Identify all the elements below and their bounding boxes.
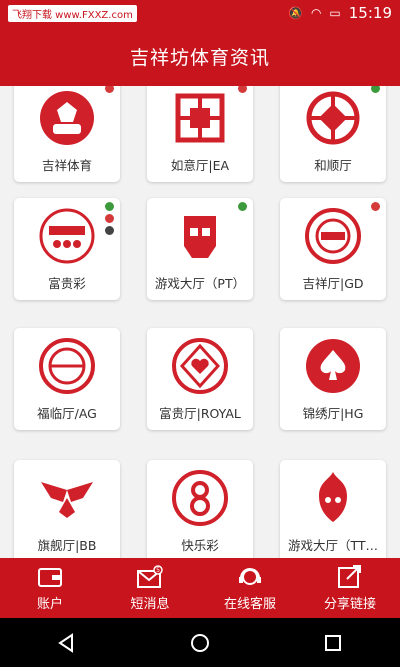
tab-account[interactable]: 账户 — [0, 558, 100, 618]
royal-heart-logo-icon — [172, 338, 228, 394]
tab-share[interactable]: 分享链接 — [300, 558, 400, 618]
battery-icon: ▭ — [329, 6, 341, 20]
ag-seal-logo-icon — [39, 338, 95, 394]
message-badge: 5 — [156, 567, 160, 574]
tile-label: 福临厅/AG — [37, 406, 97, 421]
clock: 15:19 — [348, 4, 392, 22]
lottery-8-logo-icon — [172, 470, 228, 526]
venue-tile[interactable]: 如意厅|EA — [147, 86, 253, 182]
app-bar: 吉祥坊体育资讯 — [0, 26, 400, 86]
venue-tile[interactable]: 快乐彩 — [147, 460, 253, 558]
tile-label: 锦绣厅|HG — [302, 406, 364, 421]
wings-logo-icon — [41, 482, 93, 518]
keno-logo-icon — [39, 208, 95, 264]
headset-icon — [239, 567, 261, 585]
status-dot — [371, 202, 380, 211]
soccer-ball-logo-icon — [40, 91, 94, 145]
wifi-icon: ◠ — [310, 6, 322, 20]
tile-label: 富贵彩 — [48, 276, 86, 291]
system-nav-bar — [0, 618, 400, 667]
venue-tile[interactable]: 旗舰厅|BB — [14, 460, 120, 558]
venue-tile[interactable]: 富贵彩 — [14, 198, 120, 300]
flame-skull-logo-icon — [319, 472, 347, 522]
status-dot — [238, 202, 247, 211]
venue-tile[interactable]: 富贵厅|ROYAL — [147, 328, 253, 430]
robot-skull-logo-icon — [184, 216, 216, 258]
home-icon[interactable] — [189, 632, 211, 654]
tile-label: 游戏大厅（TT… — [287, 538, 379, 553]
share-icon — [338, 564, 361, 588]
status-dot — [238, 86, 247, 93]
source-watermark: 飞翔下载 www.FXXZ.com — [8, 4, 137, 22]
status-dot — [105, 226, 114, 235]
tab-label: 在线客服 — [223, 596, 276, 612]
tile-label: 富贵厅|ROYAL — [159, 406, 241, 421]
status-dot — [105, 214, 114, 223]
tile-label: 吉祥体育 — [41, 158, 92, 173]
venue-tile[interactable]: 锦绣厅|HG — [280, 328, 386, 430]
back-icon[interactable] — [56, 632, 78, 654]
tab-messages[interactable]: 5 短消息 — [100, 558, 200, 618]
venue-tile[interactable]: 吉祥厅|GD — [280, 198, 386, 300]
ornament-logo-icon — [175, 93, 225, 143]
page-title: 吉祥坊体育资讯 — [129, 46, 270, 69]
tile-label: 如意厅|EA — [170, 158, 230, 173]
status-dot — [371, 86, 380, 93]
venue-tile[interactable]: 游戏大厅（TT… — [280, 460, 386, 558]
tile-label: 旗舰厅|BB — [37, 538, 97, 553]
tab-support[interactable]: 在线客服 — [200, 558, 300, 618]
venue-grid[interactable]: 吉祥体育 如意厅|EA 和顺厅 富贵彩 游戏大厅（PT） 吉祥厅|GD 福临厅/… — [0, 86, 400, 558]
tile-label: 吉祥厅|GD — [302, 276, 364, 291]
wallet-icon — [38, 567, 62, 587]
status-dot — [105, 202, 114, 211]
venue-tile[interactable]: 福临厅/AG — [14, 328, 120, 430]
venue-tile[interactable]: 和顺厅 — [280, 86, 386, 182]
venue-tile[interactable]: 吉祥体育 — [14, 86, 120, 182]
tile-label: 和顺厅 — [314, 158, 352, 173]
gd-seal-logo-icon — [305, 208, 361, 264]
flower-emblem-logo-icon — [306, 91, 360, 145]
envelope-icon: 5 — [137, 564, 163, 588]
status-bar: 飞翔下载 www.FXXZ.com 🔕 ◠ ▭ 15:19 — [0, 0, 400, 26]
spade-logo-icon — [306, 339, 360, 393]
recents-icon[interactable] — [322, 632, 344, 654]
tab-label: 分享链接 — [323, 596, 376, 612]
venue-tile[interactable]: 游戏大厅（PT） — [147, 198, 253, 300]
bottom-tab-bar: 账户 5 短消息 在线客服 分享链接 — [0, 558, 400, 618]
mute-icon: 🔕 — [287, 6, 303, 20]
tab-label: 账户 — [36, 596, 63, 612]
tile-label: 游戏大厅（PT） — [154, 276, 246, 291]
tab-label: 短消息 — [130, 596, 170, 612]
tile-label: 快乐彩 — [181, 538, 219, 553]
status-dot — [105, 86, 114, 93]
